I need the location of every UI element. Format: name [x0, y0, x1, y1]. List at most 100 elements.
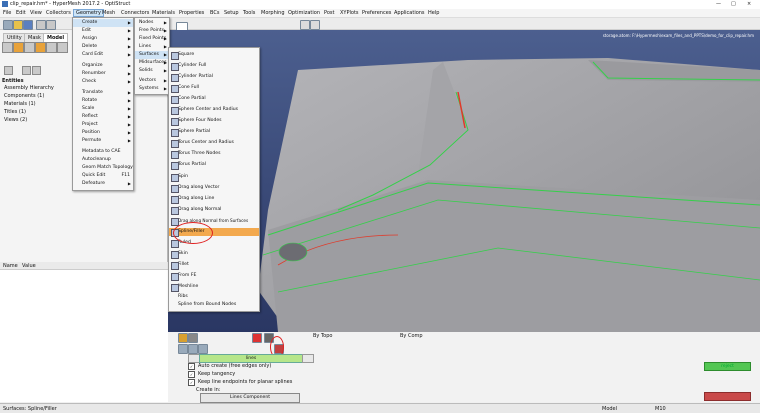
- display-icon[interactable]: [178, 333, 188, 343]
- submenu-item-vectors[interactable]: Vectors ▶: [135, 77, 169, 85]
- menu-optimization[interactable]: Optimization: [288, 10, 320, 16]
- component-color-icon[interactable]: [13, 42, 24, 53]
- menu-item-quick-edit[interactable]: Quick Edit F11: [73, 172, 133, 180]
- tree-item[interactable]: Views (2): [4, 117, 27, 123]
- menu-file[interactable]: File: [3, 10, 11, 16]
- panel-icon[interactable]: [188, 344, 198, 354]
- menu-morphing[interactable]: Morphing: [261, 10, 285, 16]
- menu-item-position[interactable]: Position ▶: [73, 129, 133, 137]
- surface-item-torus-three-nodes[interactable]: Torus Three Nodes: [169, 150, 259, 159]
- surface-item-spin[interactable]: Spin: [169, 173, 259, 182]
- menu-item-organize[interactable]: Organize ▶: [73, 62, 133, 70]
- surface-item-cone-partial[interactable]: Cone Partial: [169, 95, 259, 104]
- surface-item-cone-full[interactable]: Cone Full: [169, 84, 259, 93]
- undo-icon[interactable]: [300, 20, 310, 30]
- menu-geometry[interactable]: Geometry: [73, 9, 104, 17]
- minimize-button[interactable]: —: [716, 1, 721, 7]
- export-icon[interactable]: [46, 20, 56, 30]
- auto-create-checkbox[interactable]: ✓: [188, 363, 195, 370]
- menu-item-project[interactable]: Project ▶: [73, 121, 133, 129]
- property-grid[interactable]: [0, 262, 168, 402]
- close-button[interactable]: ×: [747, 1, 751, 7]
- browser-tool-icon[interactable]: [2, 42, 13, 53]
- menu-item-assign[interactable]: Assign ▶: [73, 35, 133, 43]
- menu-item-check[interactable]: Check ▶: [73, 78, 133, 86]
- submenu-item-free-points[interactable]: Free Points ▶: [135, 27, 169, 35]
- keep-tangency-checkbox[interactable]: ✓: [188, 371, 195, 378]
- menu-post[interactable]: Post: [324, 10, 334, 16]
- keep-endpoints-checkbox[interactable]: ✓: [188, 379, 195, 386]
- submenu-item-nodes[interactable]: Nodes ▶: [135, 19, 169, 27]
- menu-xyplots[interactable]: XYPlots: [340, 10, 359, 16]
- menu-item-reflect[interactable]: Reflect ▶: [73, 113, 133, 121]
- by-topo-dropdown[interactable]: By Topo: [313, 333, 332, 339]
- lines-component-button[interactable]: Lines Component: [200, 393, 300, 403]
- menu-properties[interactable]: Properties: [179, 10, 204, 16]
- submenu-item-surfaces[interactable]: Surfaces ▶: [135, 51, 169, 59]
- maximize-button[interactable]: □: [731, 1, 736, 7]
- save-icon[interactable]: [23, 20, 33, 30]
- panel-icon[interactable]: [178, 344, 188, 354]
- menu-applications[interactable]: Applications: [394, 10, 425, 16]
- surface-item-skin[interactable]: Skin: [169, 250, 259, 259]
- redo-icon[interactable]: [310, 20, 320, 30]
- surface-item-torus-partial[interactable]: Torus Partial: [169, 161, 259, 170]
- tree-item[interactable]: Components (1): [4, 93, 44, 99]
- menu-preferences[interactable]: Preferences: [362, 10, 391, 16]
- panel-icon[interactable]: [198, 344, 208, 354]
- return-button[interactable]: return: [704, 392, 751, 401]
- reject-button[interactable]: reject: [704, 362, 751, 371]
- menu-item-card-edit[interactable]: Card Edit ▶: [73, 51, 133, 59]
- surface-item-spline-from-bound-nodes[interactable]: Spline from Bound Nodes: [169, 301, 259, 309]
- surface-item-ribs[interactable]: Ribs: [169, 293, 259, 301]
- surface-item-drag-along-line[interactable]: Drag along Line: [169, 195, 259, 204]
- submenu-item-lines[interactable]: Lines ▶: [135, 43, 169, 51]
- surface-item-square[interactable]: Square: [169, 51, 259, 60]
- submenu-item-fixed-points[interactable]: Fixed Points ▶: [135, 35, 169, 43]
- browser-filter-icon[interactable]: [24, 42, 35, 53]
- isolate-icon[interactable]: [46, 42, 57, 53]
- menu-materials[interactable]: Materials: [152, 10, 175, 16]
- surface-item-cylinder-full[interactable]: Cylinder Full: [169, 62, 259, 71]
- new-model-icon[interactable]: [3, 20, 13, 30]
- reset-selection-button[interactable]: [302, 354, 314, 363]
- surface-item-meshline[interactable]: Meshline: [169, 283, 259, 292]
- surface-item-drag-along-vector[interactable]: Drag along Vector: [169, 184, 259, 193]
- filter-icon[interactable]: [32, 66, 41, 75]
- open-file-icon[interactable]: [13, 20, 23, 30]
- menu-item-scale[interactable]: Scale ▶: [73, 105, 133, 113]
- surface-item-sphere-partial[interactable]: Sphere Partial: [169, 128, 259, 137]
- menu-collectors[interactable]: Collectors: [46, 10, 71, 16]
- lines-selector[interactable]: lines: [199, 354, 303, 363]
- display-mode-icon[interactable]: [35, 42, 46, 53]
- menu-item-create[interactable]: Create ▶: [73, 19, 133, 27]
- menu-item-edit[interactable]: Edit ▶: [73, 27, 133, 35]
- menu-item-geom-match-topology[interactable]: Geom Match Topology: [73, 164, 133, 172]
- expand-icon[interactable]: [4, 66, 13, 75]
- menu-help[interactable]: Help: [428, 10, 439, 16]
- collapse-icon[interactable]: [22, 66, 31, 75]
- by-comp-dropdown[interactable]: By Comp: [400, 333, 423, 339]
- surface-item-cylinder-partial[interactable]: Cylinder Partial: [169, 73, 259, 82]
- surface-item-sphere-center-radius[interactable]: Sphere Center and Radius: [169, 106, 259, 115]
- menu-edit[interactable]: Edit: [16, 10, 26, 16]
- menu-item-rotate[interactable]: Rotate ▶: [73, 97, 133, 105]
- menu-view[interactable]: View: [30, 10, 42, 16]
- menu-bcs[interactable]: BCs: [210, 10, 219, 16]
- import-icon[interactable]: [36, 20, 46, 30]
- delete-icon[interactable]: [252, 333, 262, 343]
- surface-item-sphere-four-nodes[interactable]: Sphere Four Nodes: [169, 117, 259, 126]
- tree-item[interactable]: Titles (1): [4, 109, 26, 115]
- submenu-item-midsurfaces[interactable]: Midsurfaces ▶: [135, 59, 169, 67]
- submenu-item-solids[interactable]: Solids ▶: [135, 67, 169, 75]
- menu-item-renumber[interactable]: Renumber ▶: [73, 70, 133, 78]
- menu-tools[interactable]: Tools: [243, 10, 255, 16]
- menu-item-metadata-to-cae[interactable]: Metadata to CAE: [73, 148, 133, 156]
- menu-item-autocleanup[interactable]: Autocleanup: [73, 156, 133, 164]
- shade-icon[interactable]: [188, 333, 198, 343]
- menu-item-defeature[interactable]: Defeature ▶: [73, 180, 133, 188]
- surface-item-torus-center-radius[interactable]: Torus Center and Radius: [169, 139, 259, 148]
- menu-item-translate[interactable]: Translate ▶: [73, 89, 133, 97]
- submenu-item-systems[interactable]: Systems ▶: [135, 85, 169, 93]
- menu-connectors[interactable]: Connectors: [121, 10, 149, 16]
